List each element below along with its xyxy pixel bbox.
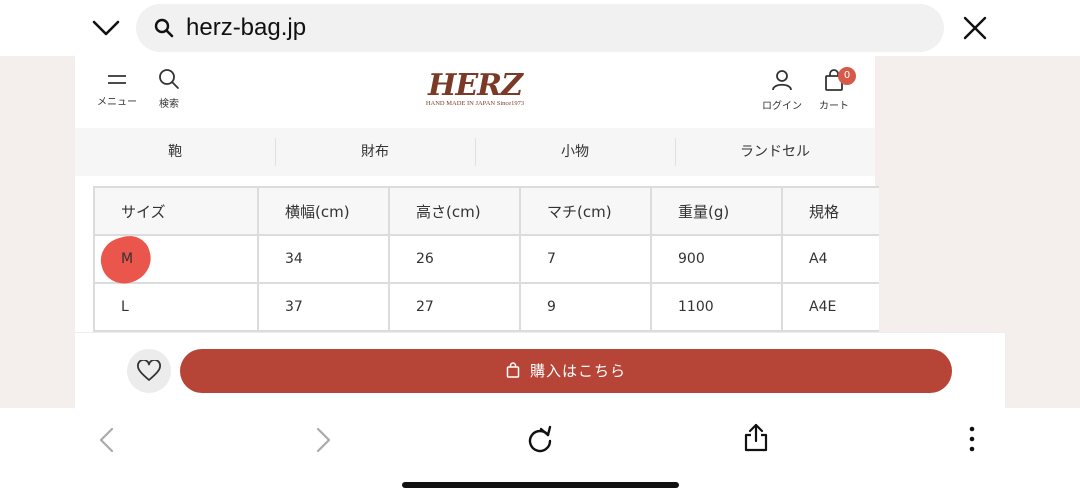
table-cell: A4E: [781, 282, 879, 332]
heart-icon: [137, 360, 161, 381]
table-header-cell: マチ(cm): [519, 186, 652, 236]
table-cell: 7: [519, 234, 652, 284]
web-page: メニュー 検索 HERZ HAND MADE IN JAPAN Since197…: [0, 56, 1080, 408]
category-tab-accessories[interactable]: 小物: [475, 128, 675, 176]
table-cell: 900: [650, 234, 783, 284]
search-label: 検索: [159, 99, 179, 110]
size-value: M: [121, 251, 134, 267]
table-header-cell: 重量(g): [650, 186, 783, 236]
table-header-row: サイズ 横幅(cm) 高さ(cm) マチ(cm) 重量(g) 規格: [93, 186, 879, 236]
forward-arrow-icon[interactable]: [312, 426, 334, 458]
browser-top-bar: herz-bag.jp: [0, 0, 1080, 56]
size-spec-table: サイズ 横幅(cm) 高さ(cm) マチ(cm) 重量(g) 規格 M 34 2…: [93, 186, 879, 332]
category-tab-randoseru[interactable]: ランドセル: [675, 128, 875, 176]
user-icon: [772, 70, 792, 91]
menu-label: メニュー: [97, 97, 137, 108]
buy-button-label: 購入はこちら: [529, 362, 626, 380]
table-cell: 9: [519, 282, 652, 332]
address-bar[interactable]: herz-bag.jp: [136, 4, 944, 52]
table-cell: 1100: [650, 282, 783, 332]
close-icon[interactable]: [962, 15, 988, 41]
browser-bottom-toolbar: [0, 408, 1080, 499]
table-cell-size: L: [93, 282, 259, 332]
category-tab-wallets[interactable]: 財布: [275, 128, 475, 176]
search-button[interactable]: 検索: [150, 68, 188, 110]
purchase-bar: 購入はこちら: [75, 332, 1005, 408]
table-header-cell: 高さ(cm): [388, 186, 521, 236]
cart-count-badge: 0: [838, 67, 856, 85]
table-header-cell: サイズ: [93, 186, 259, 236]
category-tab-bags[interactable]: 鞄: [75, 128, 275, 176]
cart-label: カート: [819, 101, 849, 112]
search-icon: [154, 18, 174, 38]
brand-name: HERZ: [427, 68, 523, 103]
reload-icon[interactable]: [526, 425, 554, 457]
more-options-icon[interactable]: [964, 425, 980, 457]
table-cell: 34: [257, 234, 390, 284]
table-cell: 26: [388, 234, 521, 284]
favorite-button[interactable]: [127, 349, 171, 393]
login-label: ログイン: [762, 101, 802, 112]
login-button[interactable]: ログイン: [758, 68, 806, 112]
table-row: L 37 27 9 1100 A4E: [93, 282, 879, 332]
table-cell: A4: [781, 234, 879, 284]
home-indicator: [402, 482, 679, 488]
brand-tagline: HAND MADE IN JAPAN Since1973: [425, 100, 525, 107]
table-cell: 37: [257, 282, 390, 332]
buy-button[interactable]: 購入はこちら: [180, 349, 952, 393]
herz-logo[interactable]: HERZ HAND MADE IN JAPAN Since1973: [410, 68, 540, 107]
table-header-cell: 横幅(cm): [257, 186, 390, 236]
back-arrow-icon[interactable]: [96, 426, 118, 458]
menu-button[interactable]: メニュー: [94, 70, 140, 108]
shopping-bag-icon: [506, 351, 520, 395]
share-icon[interactable]: [743, 423, 769, 457]
category-nav: 鞄 財布 小物 ランドセル: [75, 128, 875, 176]
chevron-down-icon[interactable]: [90, 14, 122, 42]
table-cell: 27: [388, 282, 521, 332]
table-row: M 34 26 7 900 A4: [93, 231, 879, 289]
table-header-cell: 規格: [781, 186, 879, 236]
page-right-gutter: [875, 56, 1005, 332]
search-icon: [159, 69, 179, 89]
hamburger-icon: [108, 75, 126, 84]
table-cell-size: M: [93, 231, 259, 289]
url-text: herz-bag.jp: [186, 14, 307, 41]
